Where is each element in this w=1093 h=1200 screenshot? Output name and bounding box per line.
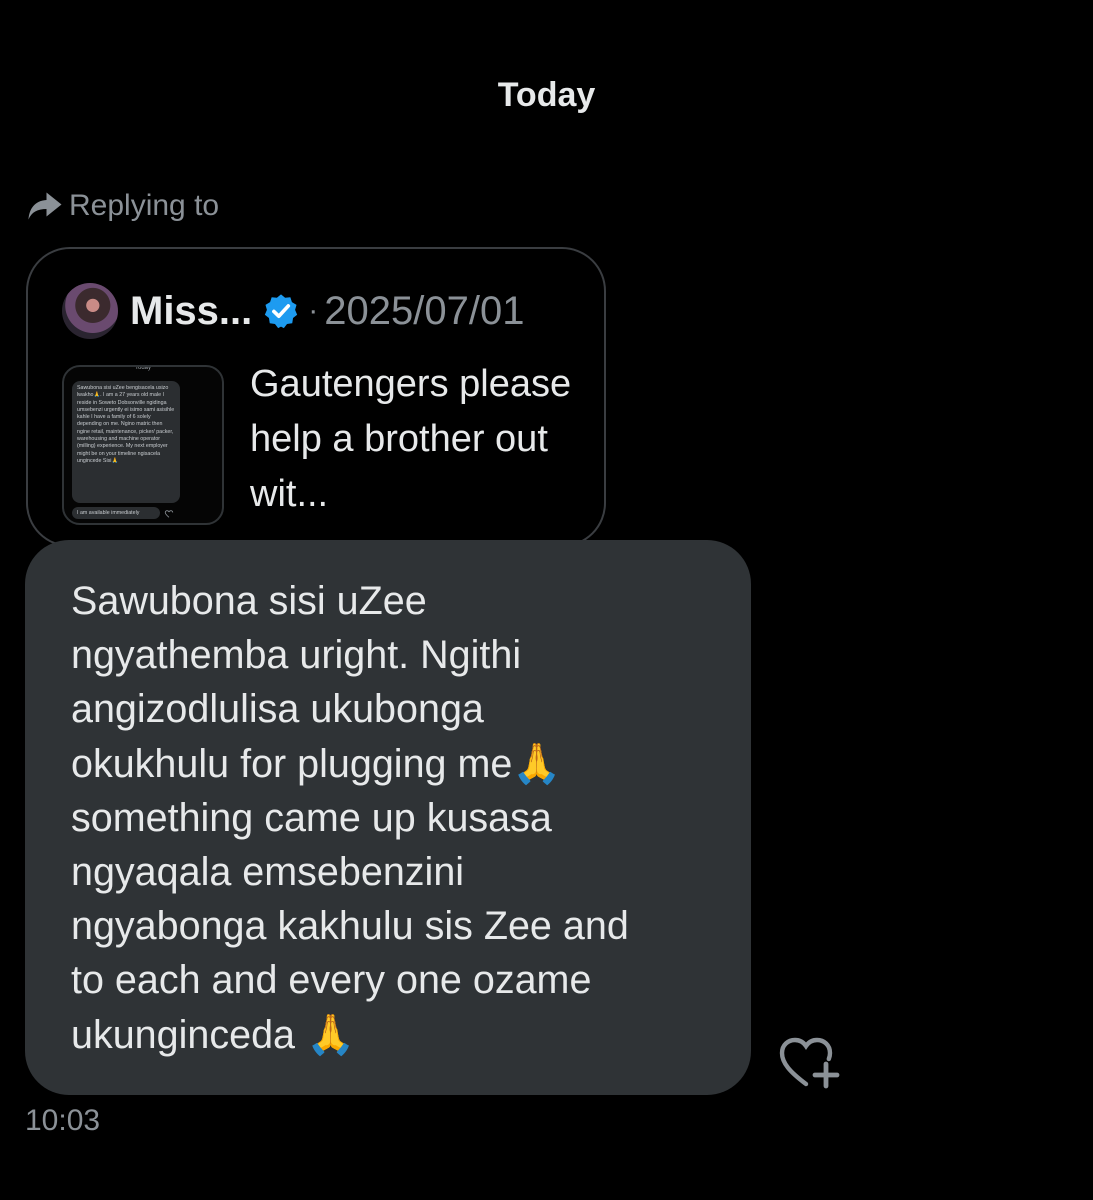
replying-to-label: Replying to (69, 189, 220, 222)
thumbnail-day-label: Today (134, 365, 151, 371)
separator-dot: · (308, 294, 319, 327)
day-separator: Today (497, 76, 596, 114)
quoted-post-card[interactable]: Miss... · 2025/07/01 Today Sawubona sisi… (26, 247, 606, 547)
quoted-post-thumbnail[interactable]: Today Sawubona sisi uZee bengisacela usi… (62, 365, 224, 525)
quoted-post-header: Miss... · 2025/07/01 (62, 283, 524, 339)
reply-arrow-icon (28, 192, 62, 220)
thumbnail-message-bubble: Sawubona sisi uZee bengisacela usizo lwa… (72, 381, 180, 503)
quoted-post-text: Gautengers please help a brother out wit… (250, 363, 572, 515)
message-text: Sawubona sisi uZee ngyathemba uright. Ng… (71, 579, 629, 1057)
avatar (62, 283, 118, 339)
thumbnail-second-bubble: I am available immediately (72, 507, 160, 519)
author-name: Miss... (130, 288, 253, 333)
verified-badge-icon (265, 294, 298, 329)
quoted-post-date: 2025/07/01 (324, 288, 525, 333)
add-reaction-icon[interactable] (778, 1034, 840, 1090)
message-timestamp: 10:03 (25, 1104, 101, 1137)
thumbnail-react-icon (164, 510, 174, 518)
replying-to-row: Replying to (27, 186, 219, 226)
